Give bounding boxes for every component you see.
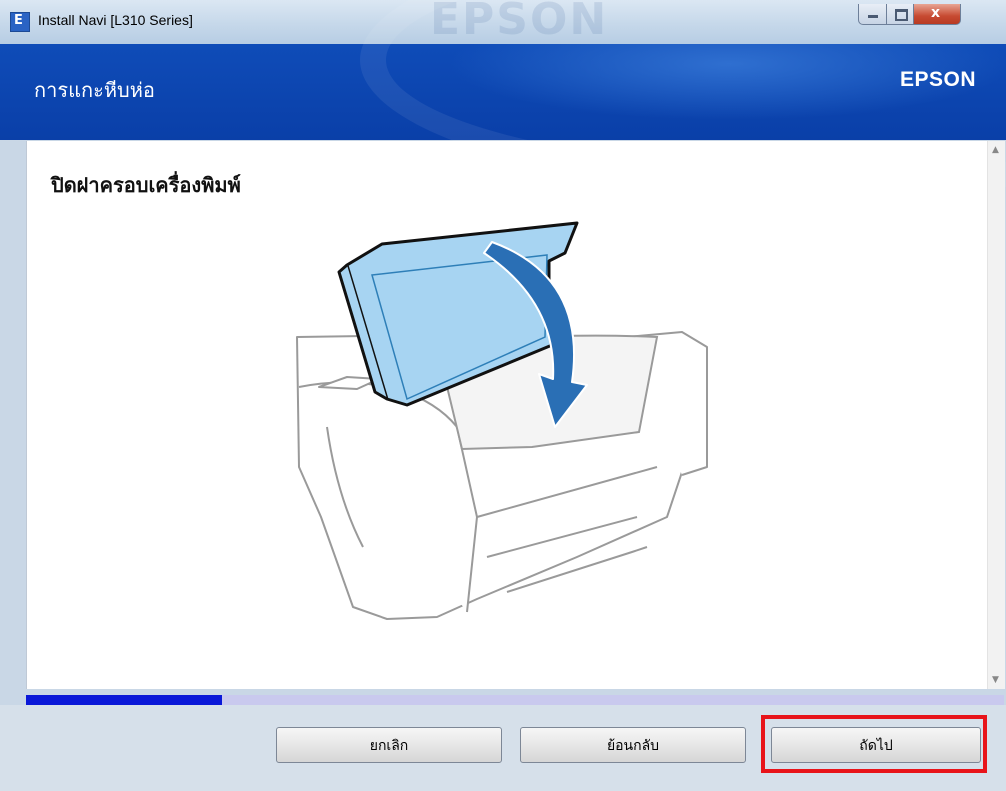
button-bar: ยกเลิก ย้อนกลับ ถัดไป: [0, 705, 1006, 791]
install-navi-window: EPSON E Install Navi [L310 Series] x การ…: [0, 0, 1006, 791]
step-title: การแกะหีบห่อ: [34, 78, 155, 102]
header-banner: การแกะหีบห่อ EPSON: [0, 0, 1006, 196]
printer-cover-closing-icon: [296, 221, 708, 620]
epson-logo: EPSON: [899, 68, 976, 91]
app-icon: E: [10, 12, 30, 32]
progress-fill: [26, 695, 222, 705]
setup-progress-bar: [26, 695, 1004, 705]
vertical-scrollbar[interactable]: ▲ ▼: [987, 141, 1005, 689]
back-button[interactable]: ย้อนกลับ: [520, 727, 746, 763]
next-button-highlight: [761, 715, 987, 773]
scroll-up-arrow-icon[interactable]: ▲: [992, 145, 999, 155]
cancel-button[interactable]: ยกเลิก: [276, 727, 502, 763]
scroll-down-arrow-icon[interactable]: ▼: [992, 675, 999, 685]
instruction-heading: ปิดฝาครอบเครื่องพิมพ์: [51, 173, 241, 197]
content-panel: ปิดฝาครอบเครื่องพิมพ์ ▲ ▼: [26, 141, 1005, 689]
window-title: Install Navi [L310 Series]: [38, 12, 193, 28]
